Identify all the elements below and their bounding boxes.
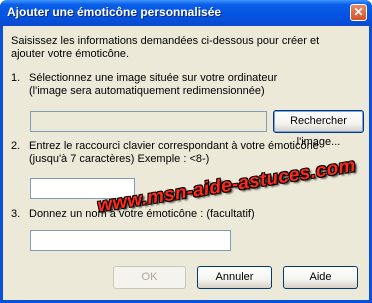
step2-label-line1: Entrez le raccourci clavier correspondan… [29,140,319,152]
ok-button[interactable]: OK [113,266,186,289]
browse-image-button[interactable]: Rechercher l'image... [273,110,364,148]
step1-label-line2: (l'image sera automatiquement redimensio… [29,85,265,97]
intro-text-line1: Saisissez les informations demandées ci-… [11,35,320,47]
cancel-button[interactable]: Annuler [197,266,272,289]
step3-number: 3. [11,208,21,220]
close-icon: ✕ [353,5,364,19]
step1-number: 1. [11,72,21,84]
image-path-field[interactable] [30,111,267,132]
help-button[interactable]: Aide [283,266,358,289]
window-title: Ajouter une émoticône personnalisée [7,5,222,19]
dialog-window: Ajouter une émoticône personnalisée ✕ Sa… [0,0,372,303]
emoticon-name-field[interactable] [30,230,231,251]
intro-text-line2: ajouter votre émoticône. [11,48,130,60]
step2-number: 2. [11,140,21,152]
title-bar[interactable]: Ajouter une émoticône personnalisée ✕ [0,0,372,26]
step2-label-line2: (jusqu'à 7 caractères) Exemple : <8-) [29,153,210,165]
step1-label-line1: Sélectionnez une image située sur votre … [29,72,278,84]
close-button[interactable]: ✕ [350,4,367,21]
